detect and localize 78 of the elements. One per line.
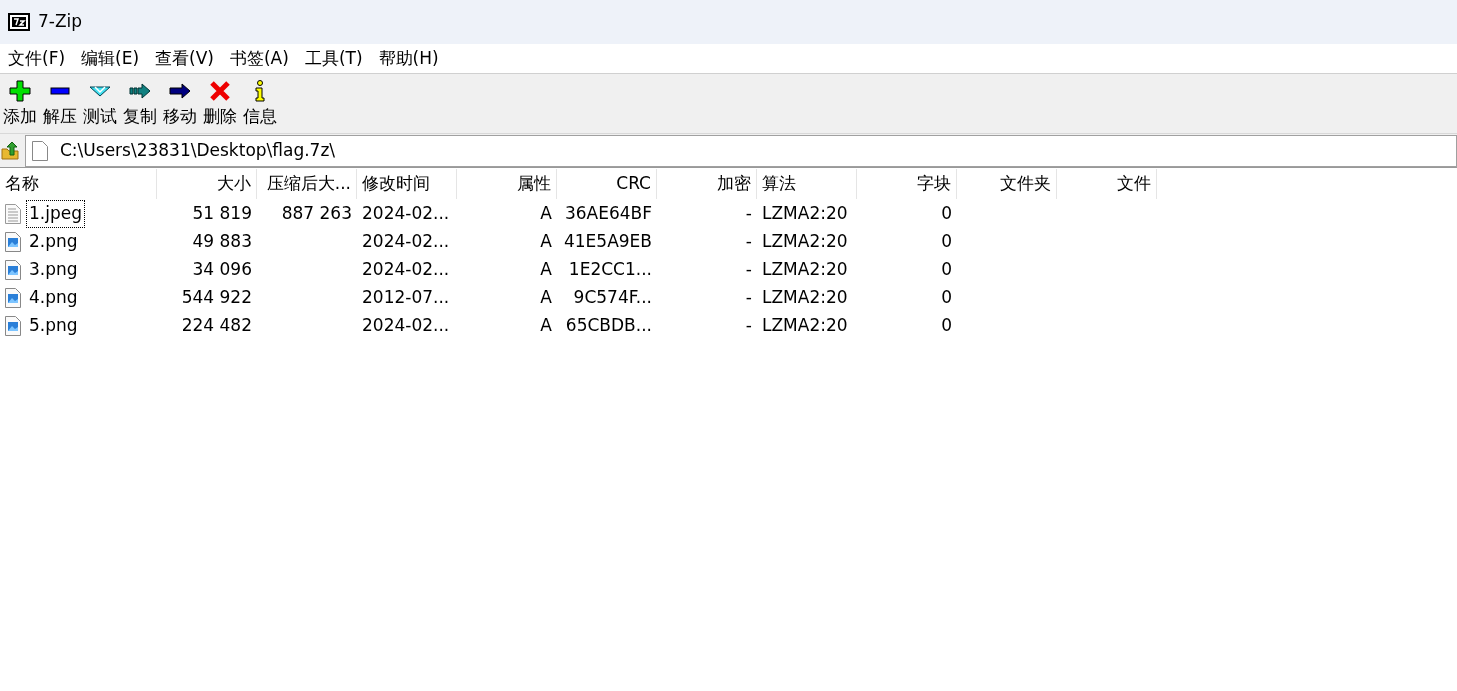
toolbar-button[interactable]: 解压 (40, 79, 80, 127)
table-cell-text: LZMA2:20 (762, 286, 848, 310)
table-cell-text: 51 819 (192, 202, 252, 226)
address-field[interactable]: C:\Users\23831\Desktop\flag.7z\ (25, 134, 1457, 167)
toolbar-button[interactable]: 测试 (80, 79, 120, 127)
table-cell-text: 0 (941, 258, 952, 282)
toolbar-button[interactable]: 添加 (0, 79, 40, 127)
table-cell-text: A (540, 286, 552, 310)
address-text: C:\Users\23831\Desktop\flag.7z\ (60, 138, 336, 162)
image-file-icon (5, 232, 21, 252)
column-header[interactable]: 字块 (857, 169, 957, 199)
table-cell-text: 65CBDB... (565, 314, 652, 338)
folder-up-icon[interactable] (1, 140, 21, 161)
table-cell-text: - (745, 202, 752, 226)
table-cell-text: A (540, 314, 552, 338)
table-cell-text: 49 883 (192, 230, 252, 254)
table-cell-text: - (745, 314, 752, 338)
column-header[interactable]: 修改时间 (357, 169, 457, 199)
toolbar-button[interactable]: 移动 (160, 79, 200, 127)
table-cell-text: 1E2CC1... (568, 258, 652, 282)
toolbar-button[interactable]: 信息 (240, 79, 280, 127)
table-cell-text: LZMA2:20 (762, 230, 848, 254)
menu-item[interactable]: 编辑(E) (73, 44, 148, 73)
table-cell-text: 41E5A9EB (563, 230, 652, 254)
table-cell-text: 0 (941, 202, 952, 226)
table-cell-text: A (540, 202, 552, 226)
table-cell-text: 2024-02... (362, 230, 450, 254)
table-cell-text: 2024-02... (362, 258, 450, 282)
table-cell-text: 0 (941, 230, 952, 254)
column-header[interactable]: 算法 (757, 169, 857, 199)
column-header[interactable]: 加密 (657, 169, 757, 199)
table-cell-text: 0 (941, 314, 952, 338)
column-header[interactable]: 大小 (157, 169, 257, 199)
table-cell-text: - (745, 286, 752, 310)
window-title: 7-Zip (38, 10, 83, 34)
menu-item[interactable]: 查看(V) (147, 44, 222, 73)
column-header[interactable]: 压缩后大... (257, 169, 357, 199)
table-cell-text: LZMA2:20 (762, 202, 848, 226)
column-header[interactable]: 名称 (0, 169, 157, 199)
image-file-icon (5, 316, 21, 336)
table-cell-text: 9C574F... (573, 286, 652, 310)
table-cell-text: 2012-07... (362, 286, 450, 310)
table-cell-text: 2024-02... (362, 202, 450, 226)
menu-item[interactable]: 帮助(H) (370, 44, 447, 73)
table-cell-text: 544 922 (181, 286, 252, 310)
table-cell-text: 224 482 (181, 314, 252, 338)
plus-icon (8, 79, 32, 103)
column-header[interactable]: 文件 (1057, 169, 1157, 199)
column-header[interactable]: CRC (557, 169, 657, 199)
table-cell-text: 887 263 (281, 202, 352, 226)
file-name[interactable]: 1.jpeg (27, 201, 84, 227)
menu-item[interactable]: 工具(T) (296, 44, 371, 73)
table-cell-text: A (540, 230, 552, 254)
text-file-icon (5, 204, 21, 224)
table-cell-text: LZMA2:20 (762, 258, 848, 282)
table-cell-text: 2024-02... (362, 314, 450, 338)
menu-item[interactable]: 书签(A) (221, 44, 297, 73)
table-cell-text: 0 (941, 286, 952, 310)
image-file-icon (5, 260, 21, 280)
table-cell-text: LZMA2:20 (762, 314, 848, 338)
image-file-icon (5, 288, 21, 308)
app-logo-icon (8, 13, 30, 31)
file-icon (32, 140, 48, 161)
file-name[interactable]: 3.png (27, 257, 80, 283)
table-cell-text: 34 096 (192, 258, 252, 282)
close-icon (208, 79, 232, 103)
menu-item[interactable]: 文件(F) (0, 44, 74, 73)
file-name[interactable]: 4.png (27, 285, 80, 311)
column-header[interactable]: 属性 (457, 169, 557, 199)
file-name[interactable]: 2.png (27, 229, 80, 255)
table-cell-text: - (745, 230, 752, 254)
table-cell-text: 36AE64BF (564, 202, 652, 226)
table-cell-text: A (540, 258, 552, 282)
table-cell-text: - (745, 258, 752, 282)
toolbar-button[interactable]: 删除 (200, 79, 240, 127)
toolbar-button[interactable]: 复制 (120, 79, 160, 127)
file-name[interactable]: 5.png (27, 313, 80, 339)
column-header[interactable]: 文件夹 (957, 169, 1057, 199)
